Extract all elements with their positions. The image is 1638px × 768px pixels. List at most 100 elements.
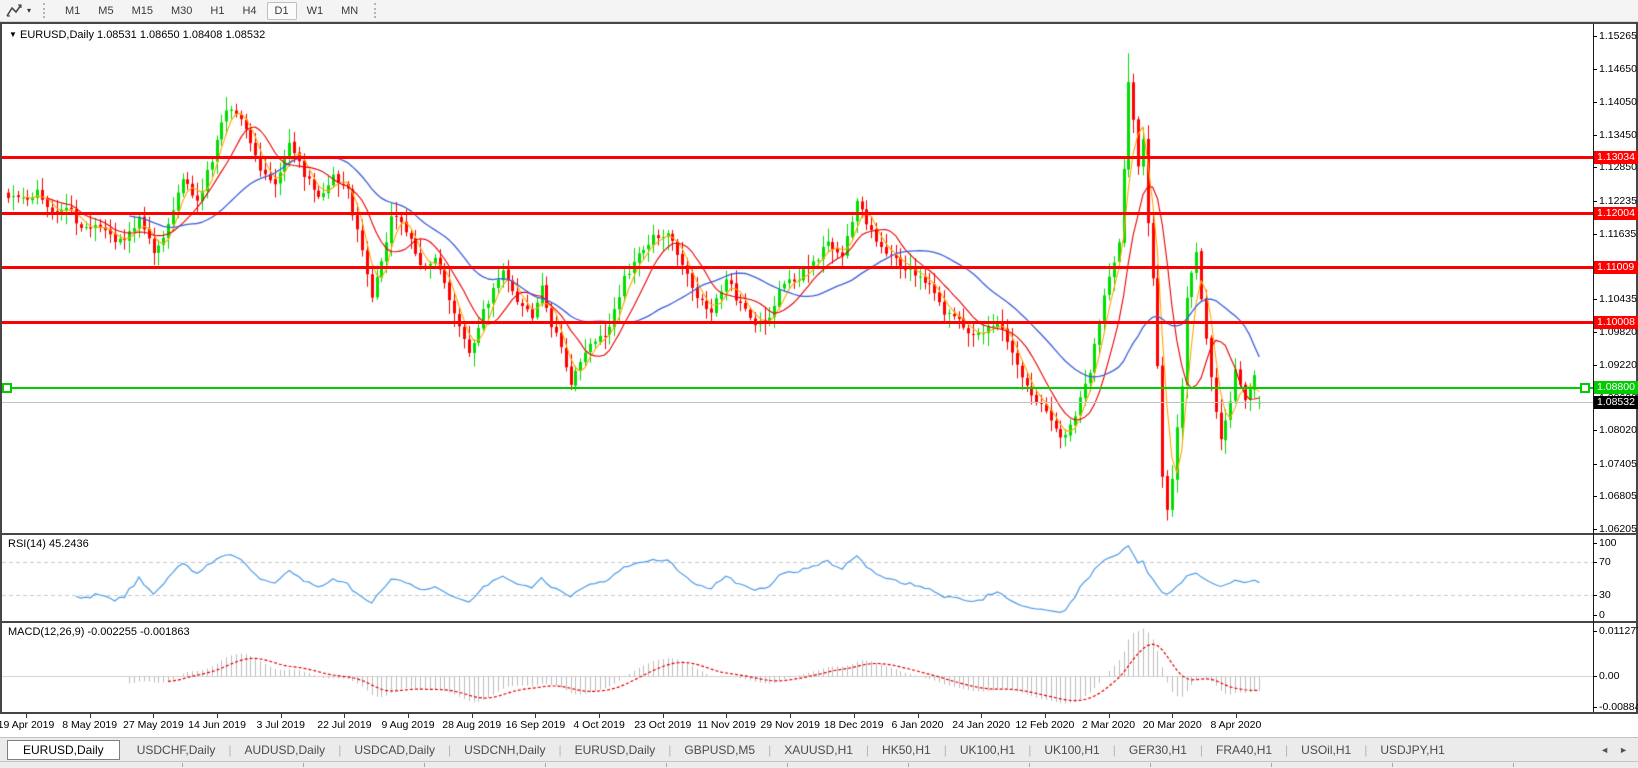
price-axis-label: 1.15265	[1599, 30, 1637, 42]
timeframe-button-MN[interactable]: MN	[333, 2, 366, 20]
status-separator	[1513, 763, 1514, 767]
chart-tab-EURUSD-Daily[interactable]: EURUSD,Daily	[562, 741, 669, 759]
time-axis-tick	[408, 714, 409, 718]
time-axis-tick	[854, 714, 855, 718]
time-axis-tick	[726, 714, 727, 718]
rsi-axis-label: 30	[1599, 589, 1611, 601]
chart-tab-AUDUSD-Daily[interactable]: AUDUSD,Daily	[232, 741, 339, 759]
status-separator	[1392, 763, 1393, 767]
time-axis-tick	[790, 714, 791, 718]
price-axis-label: 1.12235	[1599, 195, 1637, 207]
time-axis-tick	[1045, 714, 1046, 718]
timeframe-button-M5[interactable]: M5	[90, 2, 121, 20]
price-axis-border	[1593, 24, 1594, 712]
mt4-terminal: ▾ M1M5M15M30H1H4D1W1MN ▼ EURUSD,Daily 1.…	[0, 0, 1638, 768]
chart-tab-XAUUSD-H1[interactable]: XAUUSD,H1	[771, 741, 866, 759]
time-axis-tick	[90, 714, 91, 718]
tabs-scroll-right-icon[interactable]: ►	[1619, 745, 1628, 755]
chart-tab-USDJPY-H1[interactable]: USDJPY,H1	[1367, 741, 1457, 759]
time-axis-tick	[599, 714, 600, 718]
status-separator	[1271, 763, 1272, 767]
tab-scroll-arrows: ◄ ►	[1600, 745, 1628, 755]
status-separator	[1150, 763, 1151, 767]
status-separator	[1029, 763, 1030, 767]
time-axis-tick	[217, 714, 218, 718]
pane-divider[interactable]	[2, 533, 1636, 535]
dropdown-caret-icon[interactable]: ▾	[27, 6, 31, 15]
rsi-axis-label: 100	[1599, 537, 1617, 549]
time-axis-tick	[535, 714, 536, 718]
hline-price-tag: 1.13034	[1594, 151, 1638, 164]
hline-price-tag: 1.11009	[1594, 261, 1638, 274]
chart-tab-HK50-H1[interactable]: HK50,H1	[869, 741, 944, 759]
timeframes-toolbar: ▾ M1M5M15M30H1H4D1W1MN	[0, 0, 1638, 22]
timeframe-button-M30[interactable]: M30	[163, 2, 200, 20]
time-axis-tick	[344, 714, 345, 718]
line-handle-right[interactable]	[1580, 383, 1590, 393]
timeframe-button-H4[interactable]: H4	[234, 2, 264, 20]
time-axis[interactable]: 19 Apr 20198 May 201927 May 201914 Jun 2…	[0, 714, 1638, 737]
resistance-line[interactable]	[2, 321, 1593, 324]
status-separator	[303, 763, 304, 767]
status-separator	[666, 763, 667, 767]
resistance-line[interactable]	[2, 266, 1593, 269]
date-label: 8 Apr 2020	[1191, 719, 1281, 731]
chart-tab-EURUSD-Daily[interactable]: EURUSD,Daily	[7, 740, 120, 760]
timeframe-button-D1[interactable]: D1	[267, 2, 297, 20]
time-axis-tick	[918, 714, 919, 718]
chart-tab-USDCNH-Daily[interactable]: USDCNH,Daily	[451, 741, 558, 759]
chart-symbol-period: EURUSD,Daily	[20, 29, 94, 41]
chart-tab-UK100-H1[interactable]: UK100,H1	[1031, 741, 1112, 759]
price-axis-label: 1.14650	[1599, 63, 1637, 75]
status-separator	[787, 763, 788, 767]
chart-window: ▼ EURUSD,Daily 1.08531 1.08650 1.08408 1…	[0, 22, 1638, 714]
bid-price-line	[2, 402, 1593, 403]
time-axis-tick	[663, 714, 664, 718]
time-axis-tick	[981, 714, 982, 718]
timeframe-button-M15[interactable]: M15	[124, 2, 161, 20]
toolbar-drag-handle[interactable]	[43, 3, 49, 18]
status-separator	[908, 763, 909, 767]
price-axis-label: 1.10435	[1599, 293, 1637, 305]
timeframe-button-H1[interactable]: H1	[202, 2, 232, 20]
chart-tab-UK100-H1[interactable]: UK100,H1	[947, 741, 1028, 759]
resistance-line[interactable]	[2, 212, 1593, 215]
time-axis-tick	[1109, 714, 1110, 718]
macd-indicator-label: MACD(12,26,9) -0.002255 -0.001863	[8, 626, 190, 638]
line-handle-left[interactable]	[2, 383, 12, 393]
status-separator	[182, 763, 183, 767]
chart-ohlc-values: 1.08531 1.08650 1.08408 1.08532	[97, 29, 265, 41]
price-axis-label: 1.09220	[1599, 359, 1637, 371]
chart-tab-FRA40-H1[interactable]: FRA40,H1	[1203, 741, 1285, 759]
price-axis-label: 1.06205	[1599, 523, 1637, 535]
chart-tab-USDCAD-Daily[interactable]: USDCAD,Daily	[341, 741, 448, 759]
price-axis-label: 1.08020	[1599, 424, 1637, 436]
rsi-indicator-canvas[interactable]	[2, 535, 1593, 621]
tabs-scroll-left-icon[interactable]: ◄	[1600, 745, 1609, 755]
chart-tab-GBPUSD-M5[interactable]: GBPUSD,M5	[671, 741, 768, 759]
chart-tab-USOil-H1[interactable]: USOil,H1	[1288, 741, 1364, 759]
collapse-triangle-icon[interactable]: ▼	[9, 30, 17, 39]
resistance-line[interactable]	[2, 156, 1593, 159]
pane-divider[interactable]	[2, 621, 1636, 623]
green-alert-line[interactable]	[2, 387, 1593, 389]
timeframe-button-W1[interactable]: W1	[299, 2, 332, 20]
chart-tabs: EURUSD,DailyUSDCHF,Daily|AUDUSD,Daily|US…	[0, 740, 1458, 760]
price-axis-label: 1.14050	[1599, 96, 1637, 108]
bid-price-tag: 1.08532	[1594, 396, 1638, 409]
rsi-axis-label: 0	[1599, 609, 1605, 621]
time-axis-tick	[1236, 714, 1237, 718]
chart-tab-GER30-H1[interactable]: GER30,H1	[1116, 741, 1200, 759]
toolbar-separator	[374, 3, 380, 18]
macd-indicator-canvas[interactable]	[2, 623, 1593, 712]
price-chart-canvas[interactable]	[2, 24, 1593, 533]
timeframe-button-M1[interactable]: M1	[57, 2, 88, 20]
status-strip	[0, 761, 1638, 768]
hline-price-tag: 1.12004	[1594, 207, 1638, 220]
time-axis-tick	[153, 714, 154, 718]
chart-tab-USDCHF-Daily[interactable]: USDCHF,Daily	[124, 741, 229, 759]
status-separator	[545, 763, 546, 767]
chart-line-tool-icon[interactable]	[5, 3, 25, 19]
rsi-indicator-label: RSI(14) 45.2436	[8, 538, 89, 550]
price-axis-label: 1.06805	[1599, 490, 1637, 502]
